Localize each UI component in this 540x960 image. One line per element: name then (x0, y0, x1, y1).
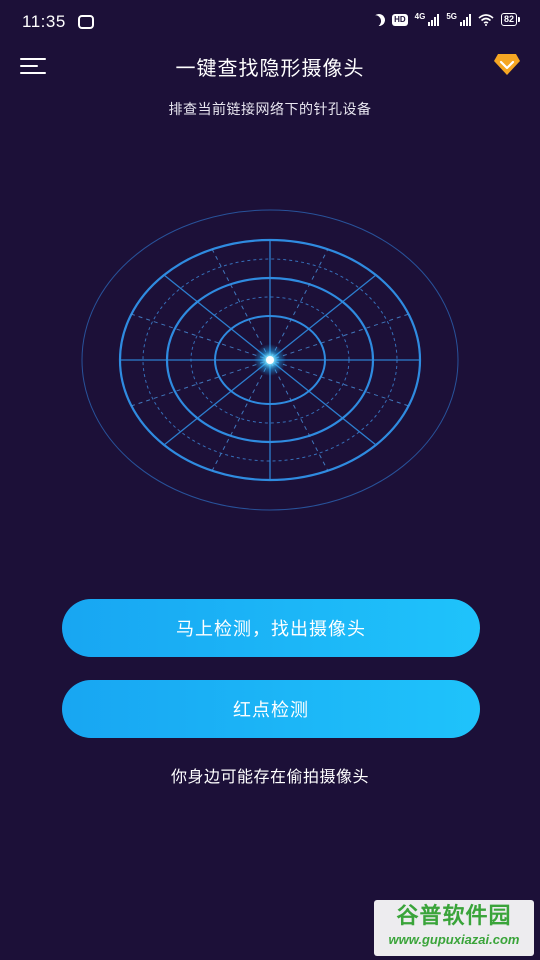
status-bar: 11:35 HD 4G 5G 82 (0, 0, 540, 46)
vip-diamond-icon[interactable] (493, 52, 521, 76)
page-subtitle: 排查当前链接网络下的针孔设备 (168, 102, 372, 118)
network-type-5g: 5G (446, 12, 457, 21)
red-dot-detect-button[interactable]: 红点检测 (62, 680, 480, 738)
status-time: 11:35 (22, 12, 66, 31)
site-watermark: 谷普软件园 www.gupuxiazai.com (374, 900, 534, 956)
battery-icon: 82 (500, 13, 520, 26)
signal-strength-icon-2 (459, 13, 471, 26)
radar-scanner-icon (81, 209, 459, 511)
watermark-url: www.gupuxiazai.com (388, 932, 520, 947)
hd-voice-badge: HD (392, 13, 408, 26)
page-title: 一键查找隐形摄像头 (175, 56, 365, 80)
do-not-disturb-moon-icon (371, 11, 387, 27)
app-screen: 11:35 HD 4G 5G 82 一键查找隐形摄像头 排查当前链接网络下的针孔… (0, 0, 540, 960)
battery-level: 82 (500, 13, 517, 26)
notification-app-icon (78, 15, 94, 29)
watermark-name: 谷普软件园 (396, 904, 512, 929)
status-indicators: HD 4G 5G 82 (373, 13, 520, 26)
warning-text: 你身边可能存在偷拍摄像头 (170, 767, 369, 786)
network-type-4g: 4G (414, 12, 426, 21)
detect-camera-button[interactable]: 马上检测，找出摄像头 (62, 599, 480, 657)
wifi-icon (478, 13, 494, 26)
signal-strength-icon (428, 13, 440, 26)
